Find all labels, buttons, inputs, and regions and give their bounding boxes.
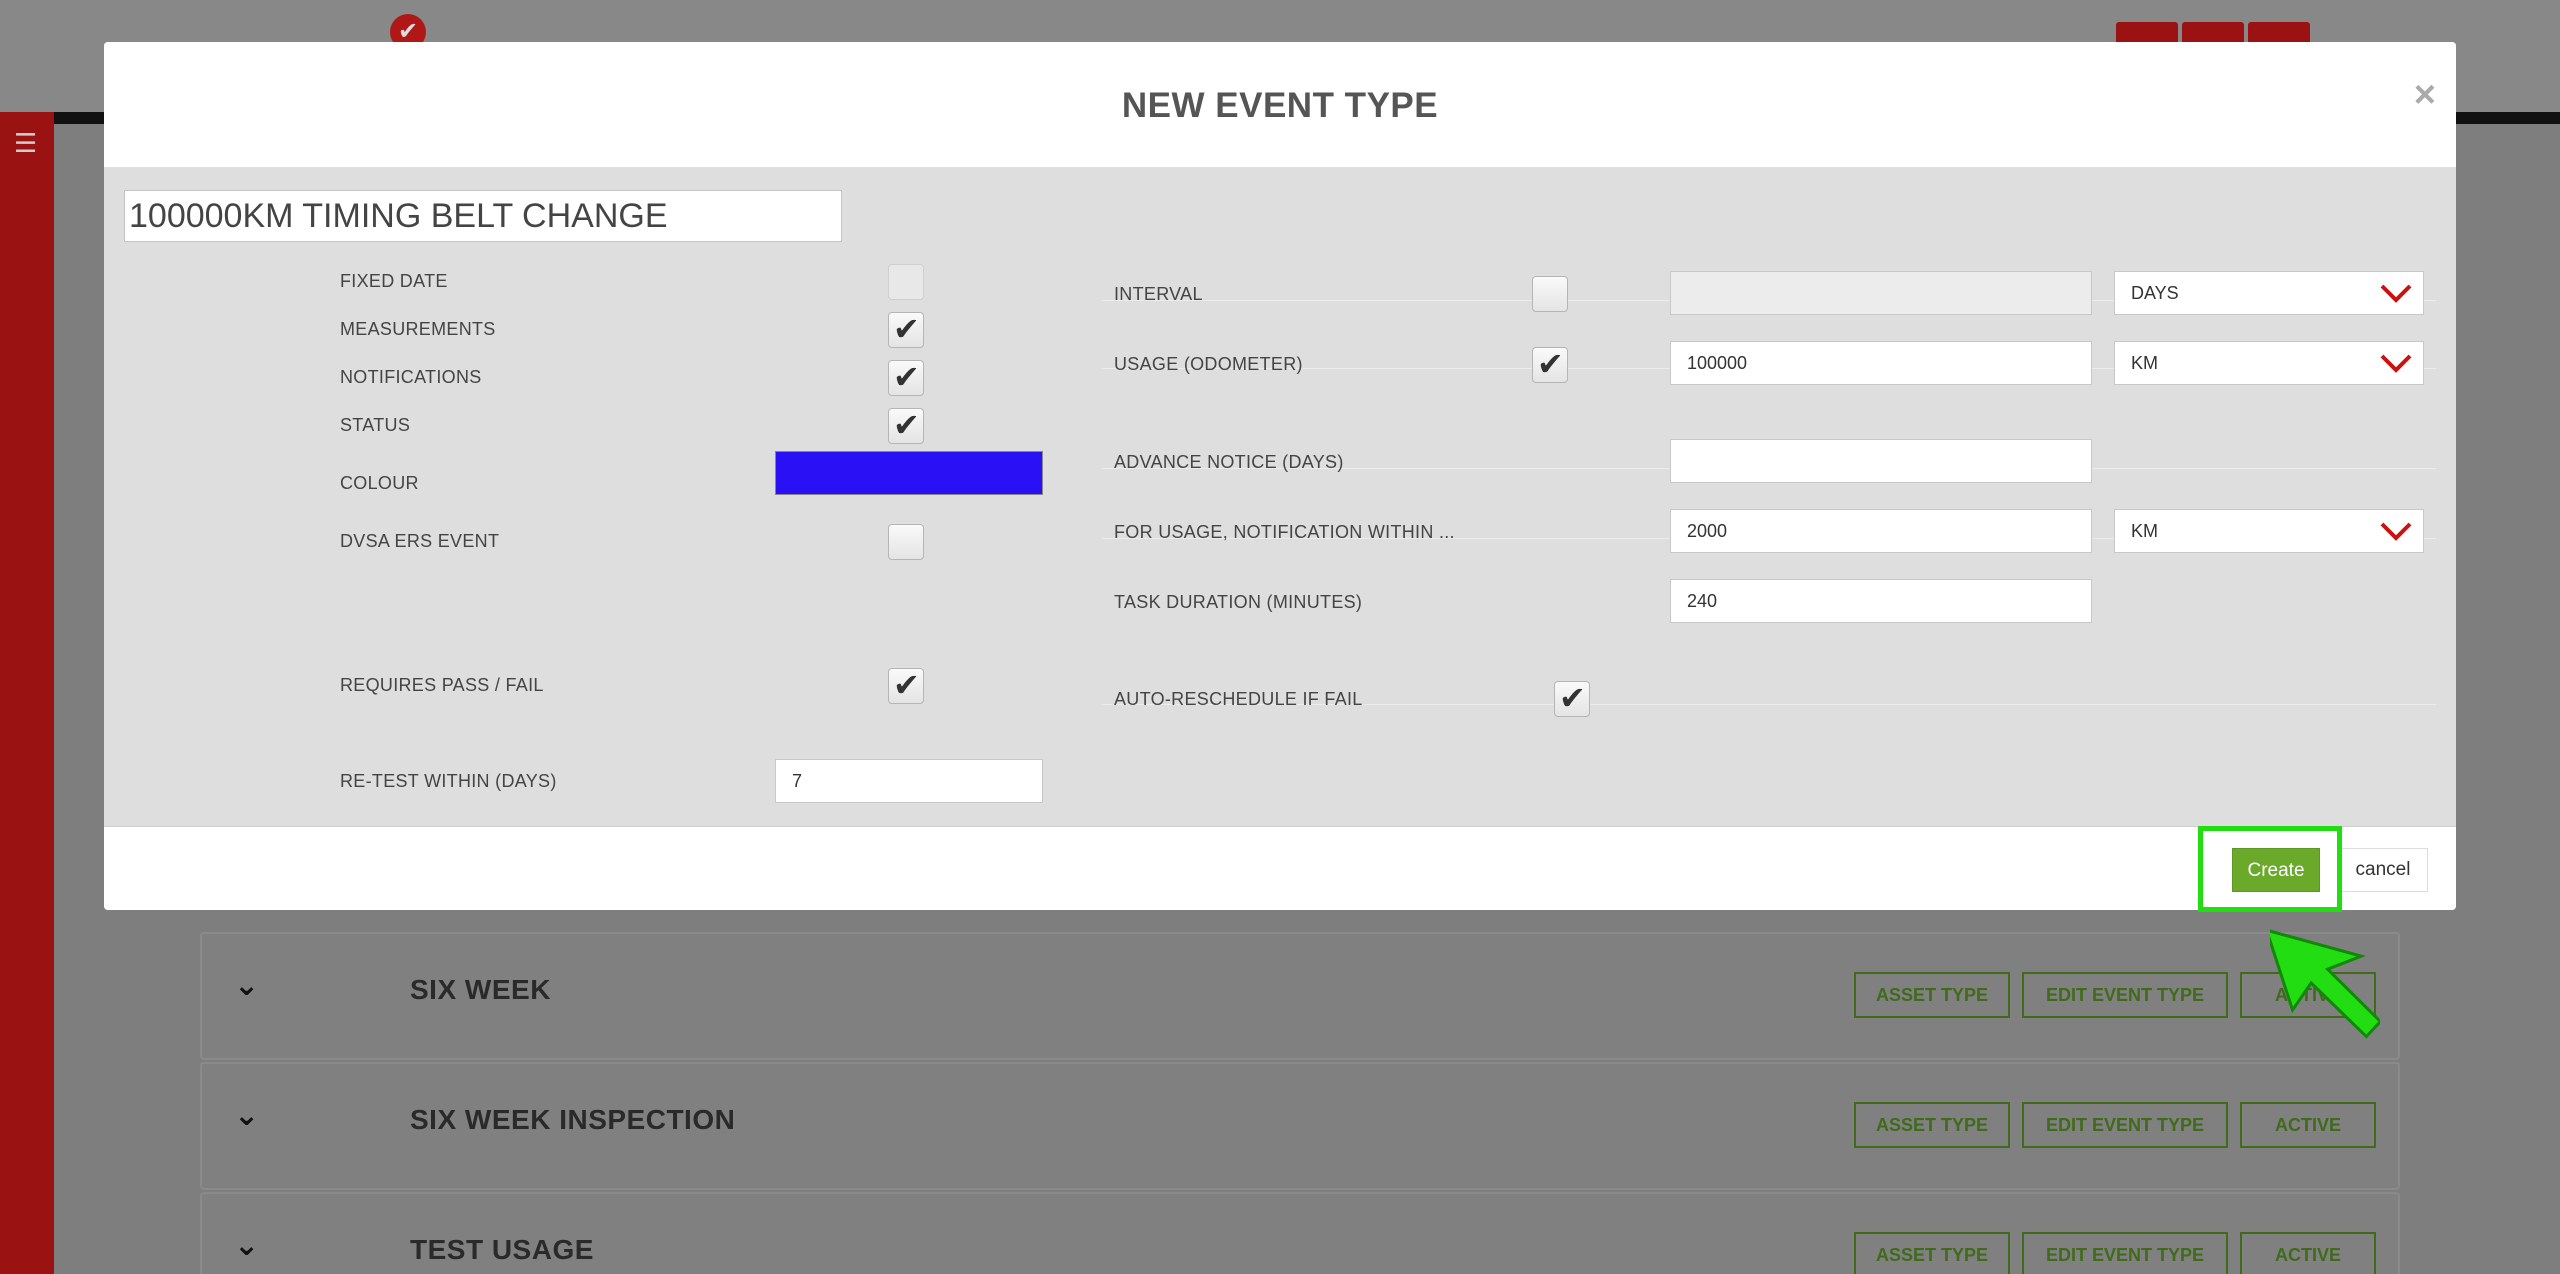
retest-within-input[interactable]: 7 <box>775 759 1043 803</box>
event-type-title: SIX WEEK INSPECTION <box>410 1104 736 1135</box>
usage-odometer-checkbox[interactable]: ✔ <box>1532 346 1568 383</box>
usage-unit-value: KM <box>2131 353 2158 373</box>
advance-notice-label: ADVANCE NOTICE (DAYS) <box>1114 452 1344 472</box>
interval-unit-select[interactable]: DAYS <box>2114 271 2424 315</box>
interval-label: INTERVAL <box>1114 284 1203 304</box>
check-icon: ✔ <box>1559 680 1586 716</box>
usage-odometer-input[interactable]: 100000 <box>1670 341 2092 385</box>
notification-unit-select[interactable]: KM <box>2114 509 2424 553</box>
check-icon: ✔ <box>893 311 920 347</box>
cancel-button[interactable]: cancel <box>2338 848 2428 892</box>
auto-reschedule-label: AUTO-RESCHEDULE IF FAIL <box>1114 689 1363 709</box>
event-type-name-input[interactable]: 100000KM TIMING BELT CHANGE <box>124 190 842 242</box>
colour-picker[interactable] <box>775 451 1043 495</box>
edit-event-type-button[interactable]: EDIT EVENT TYPE <box>2022 1232 2228 1274</box>
interval-input[interactable] <box>1670 271 2092 315</box>
check-icon: ✔ <box>893 407 920 443</box>
event-type-title: SIX WEEK <box>410 974 551 1005</box>
interval-checkbox[interactable] <box>1532 276 1568 312</box>
chevron-down-icon <box>2380 522 2412 541</box>
event-type-title: TEST USAGE <box>410 1234 594 1265</box>
event-type-row[interactable]: ⌄ SIX WEEK INSPECTION ASSET TYPE EDIT EV… <box>200 1062 2400 1190</box>
notifications-label: NOTIFICATIONS <box>340 367 482 387</box>
task-duration-input[interactable]: 240 <box>1670 579 2092 623</box>
fixed-date-label: FIXED DATE <box>340 271 448 291</box>
active-button[interactable]: ACTIVE <box>2240 1232 2376 1274</box>
event-type-row[interactable]: ⌄ TEST USAGE ASSET TYPE EDIT EVENT TYPE … <box>200 1192 2400 1274</box>
chevron-down-icon[interactable]: ⌄ <box>234 1228 259 1263</box>
close-icon[interactable]: × <box>2414 74 2436 117</box>
notification-within-input[interactable]: 2000 <box>1670 509 2092 553</box>
task-duration-label: TASK DURATION (MINUTES) <box>1114 592 1363 612</box>
auto-reschedule-checkbox[interactable]: ✔ <box>1554 680 1590 717</box>
check-icon: ✔ <box>893 667 920 703</box>
retest-within-label: RE-TEST WITHIN (DAYS) <box>340 771 557 791</box>
modal-footer <box>104 826 2456 910</box>
status-label: STATUS <box>340 415 411 435</box>
chevron-down-icon <box>2380 354 2412 373</box>
chevron-down-icon <box>2380 284 2412 303</box>
asset-type-button[interactable]: ASSET TYPE <box>1854 1102 2010 1148</box>
check-icon: ✔ <box>1537 346 1564 382</box>
dvsa-ers-event-label: DVSA ERS EVENT <box>340 531 500 551</box>
chevron-down-icon[interactable]: ⌄ <box>234 1098 259 1133</box>
requires-pass-fail-checkbox[interactable]: ✔ <box>888 667 924 704</box>
colour-label: COLOUR <box>340 473 419 493</box>
check-icon: ✔ <box>893 359 920 395</box>
notifications-checkbox[interactable]: ✔ <box>888 359 924 396</box>
usage-odometer-label: USAGE (ODOMETER) <box>1114 354 1303 374</box>
modal-header: NEW EVENT TYPE × <box>104 42 2456 168</box>
usage-unit-select[interactable]: KM <box>2114 341 2424 385</box>
notification-within-label: FOR USAGE, NOTIFICATION WITHIN ... <box>1114 522 1455 542</box>
fixed-date-checkbox[interactable] <box>888 264 924 300</box>
highlight-box <box>2198 826 2342 912</box>
app-sidebar <box>0 112 54 1274</box>
dvsa-ers-event-checkbox[interactable] <box>888 524 924 560</box>
edit-event-type-button[interactable]: EDIT EVENT TYPE <box>2022 1102 2228 1148</box>
asset-type-button[interactable]: ASSET TYPE <box>1854 1232 2010 1274</box>
active-button[interactable]: ACTIVE <box>2240 1102 2376 1148</box>
notification-unit-value: KM <box>2131 521 2158 541</box>
status-checkbox[interactable]: ✔ <box>888 407 924 444</box>
chevron-down-icon[interactable]: ⌄ <box>234 968 259 1003</box>
modal-title: NEW EVENT TYPE <box>1121 86 1439 125</box>
advance-notice-input[interactable] <box>1670 439 2092 483</box>
event-type-row[interactable]: ⌄ SIX WEEK ASSET TYPE EDIT EVENT TYPE AC… <box>200 932 2400 1060</box>
modal-body <box>104 168 2456 826</box>
edit-event-type-button[interactable]: EDIT EVENT TYPE <box>2022 972 2228 1018</box>
cursor-arrow-icon <box>2270 927 2380 1039</box>
measurements-checkbox[interactable]: ✔ <box>888 311 924 348</box>
measurements-label: MEASUREMENTS <box>340 319 496 339</box>
interval-unit-value: DAYS <box>2131 283 2179 303</box>
menu-icon[interactable]: ☰ <box>14 130 37 156</box>
asset-type-button[interactable]: ASSET TYPE <box>1854 972 2010 1018</box>
requires-pass-fail-label: REQUIRES PASS / FAIL <box>340 675 544 695</box>
